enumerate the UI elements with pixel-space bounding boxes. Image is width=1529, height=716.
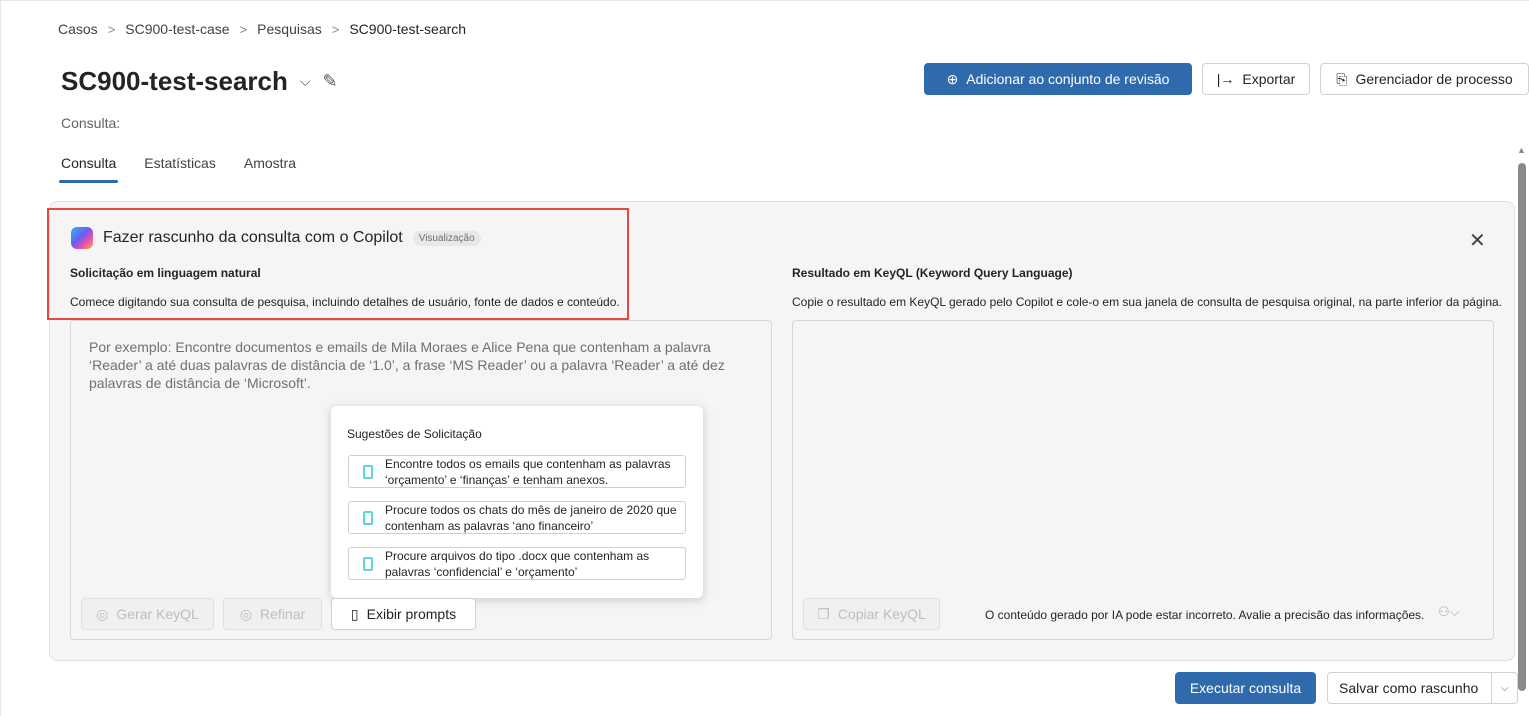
breadcrumb: Casos > SC900-test-case > Pesquisas > SC900… bbox=[58, 21, 466, 37]
scroll-up-arrow-icon[interactable]: ▲ bbox=[1517, 145, 1526, 155]
show-prompts-button[interactable]: ▯ Exibir prompts bbox=[331, 598, 476, 630]
ai-disclaimer: O conteúdo gerado por IA pode estar inco… bbox=[985, 608, 1425, 622]
query-label: Consulta: bbox=[61, 115, 121, 131]
save-draft-button[interactable]: Salvar como rascunho ⌵ bbox=[1327, 672, 1518, 704]
page-title-row: SC900-test-search ⌵ ✎ bbox=[61, 66, 338, 97]
suggestion-item[interactable]: Procure todos os chats do mês de janeiro… bbox=[348, 501, 686, 534]
prompt-book-icon: ▯ bbox=[350, 605, 359, 622]
natural-language-description: Comece digitando sua consulta de pesquis… bbox=[70, 295, 620, 309]
breadcrumb-searches[interactable]: Pesquisas bbox=[257, 21, 322, 37]
add-to-review-set-button[interactable]: ⊕ Adicionar ao conjunto de revisão bbox=[924, 63, 1192, 95]
chevron-down-icon[interactable]: ⌵ bbox=[300, 73, 311, 90]
chevron-right-icon: > bbox=[107, 21, 116, 37]
breadcrumb-current: SC900-test-search bbox=[349, 21, 467, 37]
prompt-placeholder: Por exemplo: Encontre documentos e email… bbox=[89, 339, 725, 391]
export-arrow-icon: |→ bbox=[1216, 71, 1235, 87]
tab-sample[interactable]: Amostra bbox=[244, 155, 296, 183]
copy-icon: ❐ bbox=[817, 605, 830, 622]
natural-language-heading: Solicitação em linguagem natural bbox=[70, 266, 261, 280]
tab-statistics[interactable]: Estatísticas bbox=[144, 155, 216, 183]
prompt-icon bbox=[363, 510, 373, 525]
edit-pencil-icon[interactable]: ✎ bbox=[323, 71, 338, 92]
prompt-icon bbox=[363, 556, 373, 571]
breadcrumb-case[interactable]: SC900-test-case bbox=[125, 21, 229, 37]
copilot-icon: ◎ bbox=[96, 605, 109, 622]
feedback-icon[interactable]: ⚇⌵ bbox=[1438, 604, 1460, 620]
tab-bar: Consulta Estatísticas Amostra bbox=[58, 155, 296, 183]
copilot-icon: ◎ bbox=[239, 605, 253, 622]
run-query-button[interactable]: Executar consulta bbox=[1175, 672, 1316, 704]
copilot-title: Fazer rascunho da consulta com o Copilot bbox=[103, 229, 403, 246]
copy-keyql-button[interactable]: ❐ Copiar KeyQL bbox=[803, 598, 940, 630]
prompt-suggestions-popover: Sugestões de Solicitação Encontre todos … bbox=[331, 406, 703, 598]
copilot-header: Fazer rascunho da consulta com o Copilot… bbox=[71, 227, 481, 249]
export-button[interactable]: |→ Exportar bbox=[1202, 63, 1310, 95]
keyql-output bbox=[792, 320, 1494, 640]
refine-button[interactable]: ◎ Refinar bbox=[223, 598, 322, 630]
vertical-scrollbar[interactable] bbox=[1518, 163, 1526, 691]
prompt-icon bbox=[363, 464, 373, 479]
copilot-logo-icon bbox=[71, 227, 93, 249]
scroll-icon: ⎘ bbox=[1336, 70, 1348, 87]
tab-query[interactable]: Consulta bbox=[58, 155, 119, 183]
keyql-heading: Resultado em KeyQL (Keyword Query Langua… bbox=[792, 266, 1073, 280]
page-title: SC900-test-search bbox=[61, 66, 288, 96]
suggestions-title: Sugestões de Solicitação bbox=[347, 427, 482, 441]
chevron-right-icon: > bbox=[239, 21, 248, 37]
keyql-description: Copie o resultado em KeyQL gerado pelo C… bbox=[792, 295, 1503, 309]
preview-badge: Visualização bbox=[412, 230, 481, 246]
generate-keyql-button[interactable]: ◎ Gerar KeyQL bbox=[81, 598, 214, 630]
suggestion-item[interactable]: Encontre todos os emails que contenham a… bbox=[348, 455, 686, 488]
suggestion-item[interactable]: Procure arquivos do tipo .docx que conte… bbox=[348, 547, 686, 580]
process-manager-button[interactable]: ⎘ Gerenciador de processo bbox=[1320, 63, 1529, 95]
chevron-right-icon: > bbox=[331, 21, 340, 37]
add-circle-icon: ⊕ bbox=[946, 70, 959, 87]
breadcrumb-casos[interactable]: Casos bbox=[58, 21, 98, 37]
close-icon[interactable]: ✕ bbox=[1469, 228, 1486, 253]
chevron-down-icon[interactable]: ⌵ bbox=[1491, 673, 1517, 703]
